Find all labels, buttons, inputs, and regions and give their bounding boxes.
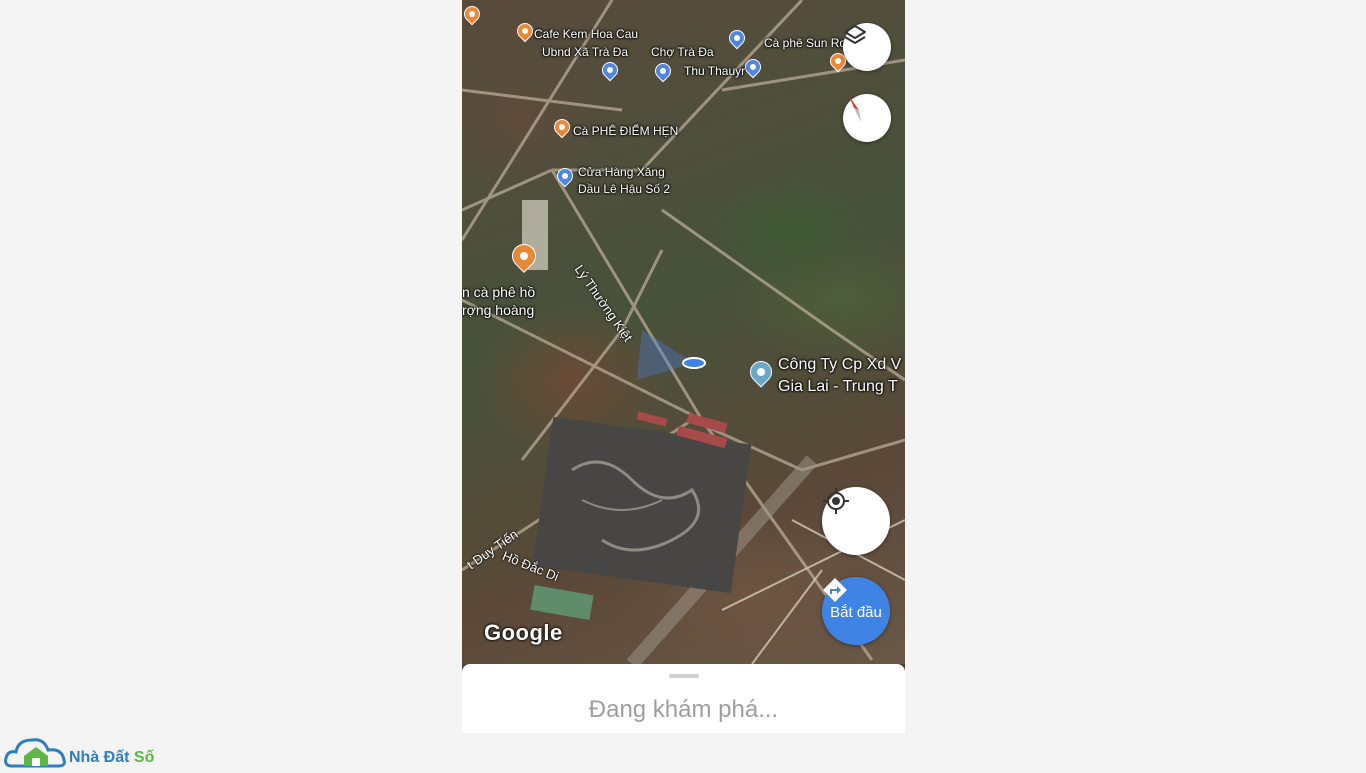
google-attribution: Google xyxy=(484,620,563,645)
watermark-brand: Nhà Đất Số xyxy=(69,749,154,767)
bottom-sheet[interactable]: Đang khám phá... xyxy=(462,664,905,733)
poi-label-cafe-kem[interactable]: Cafe Kem Hoa Cau xyxy=(534,27,638,41)
current-location-marker xyxy=(637,330,706,380)
poi-label-xang-1[interactable]: Cửa Hàng Xăng xyxy=(578,165,665,179)
watermark-logo: Nhà Đất Số xyxy=(4,732,164,768)
poi-label-company-2[interactable]: Gia Lai - Trung T xyxy=(778,376,898,398)
satellite-map[interactable]: Cafe Kem Hoa Cau Ubnd Xã Trà Đa Chợ Trà … xyxy=(462,0,905,664)
my-location-icon xyxy=(823,488,849,514)
poi-label-cafe-sun[interactable]: Cà phê Sun Ros xyxy=(764,36,852,50)
poi-label-ubnd[interactable]: Ubnd Xã Trà Đa xyxy=(542,45,628,59)
phone-screen: Cafe Kem Hoa Cau Ubnd Xã Trà Đa Chợ Trà … xyxy=(462,0,905,733)
start-navigation-label: Bắt đầu xyxy=(830,603,882,621)
watermark-brand-main: Nhà Đất xyxy=(69,749,130,766)
sheet-drag-handle[interactable] xyxy=(669,674,699,678)
poi-label-cafe-diem-hen[interactable]: Cà PHÊ ĐIỂM HẸN xyxy=(573,124,678,138)
poi-label-thu-thauyr[interactable]: Thu Thauyr xyxy=(684,64,745,78)
poi-label-cho[interactable]: Chợ Trà Đa xyxy=(651,45,714,59)
house-cloud-logo-icon xyxy=(4,738,66,768)
compass-button[interactable] xyxy=(843,94,891,142)
my-location-button[interactable] xyxy=(822,487,890,555)
compass-icon xyxy=(849,96,861,122)
layers-button[interactable] xyxy=(843,23,891,71)
poi-label-xang-2[interactable]: Dầu Lê Hậu Số 2 xyxy=(578,182,670,196)
exploring-status: Đang khám phá... xyxy=(588,696,779,723)
watermark-brand-accent: Số xyxy=(133,749,155,766)
poi-label-company-1[interactable]: Công Ty Cp Xd V xyxy=(778,354,901,376)
start-navigation-button[interactable]: Bắt đầu xyxy=(822,577,890,645)
layers-icon xyxy=(844,25,866,44)
directions-icon xyxy=(823,578,847,602)
green-roof-building xyxy=(530,584,594,621)
poi-label-cafe-ho-2[interactable]: rợng hoàng xyxy=(462,301,534,319)
poi-label-cafe-ho-1[interactable]: n cà phê hồ xyxy=(462,283,535,301)
